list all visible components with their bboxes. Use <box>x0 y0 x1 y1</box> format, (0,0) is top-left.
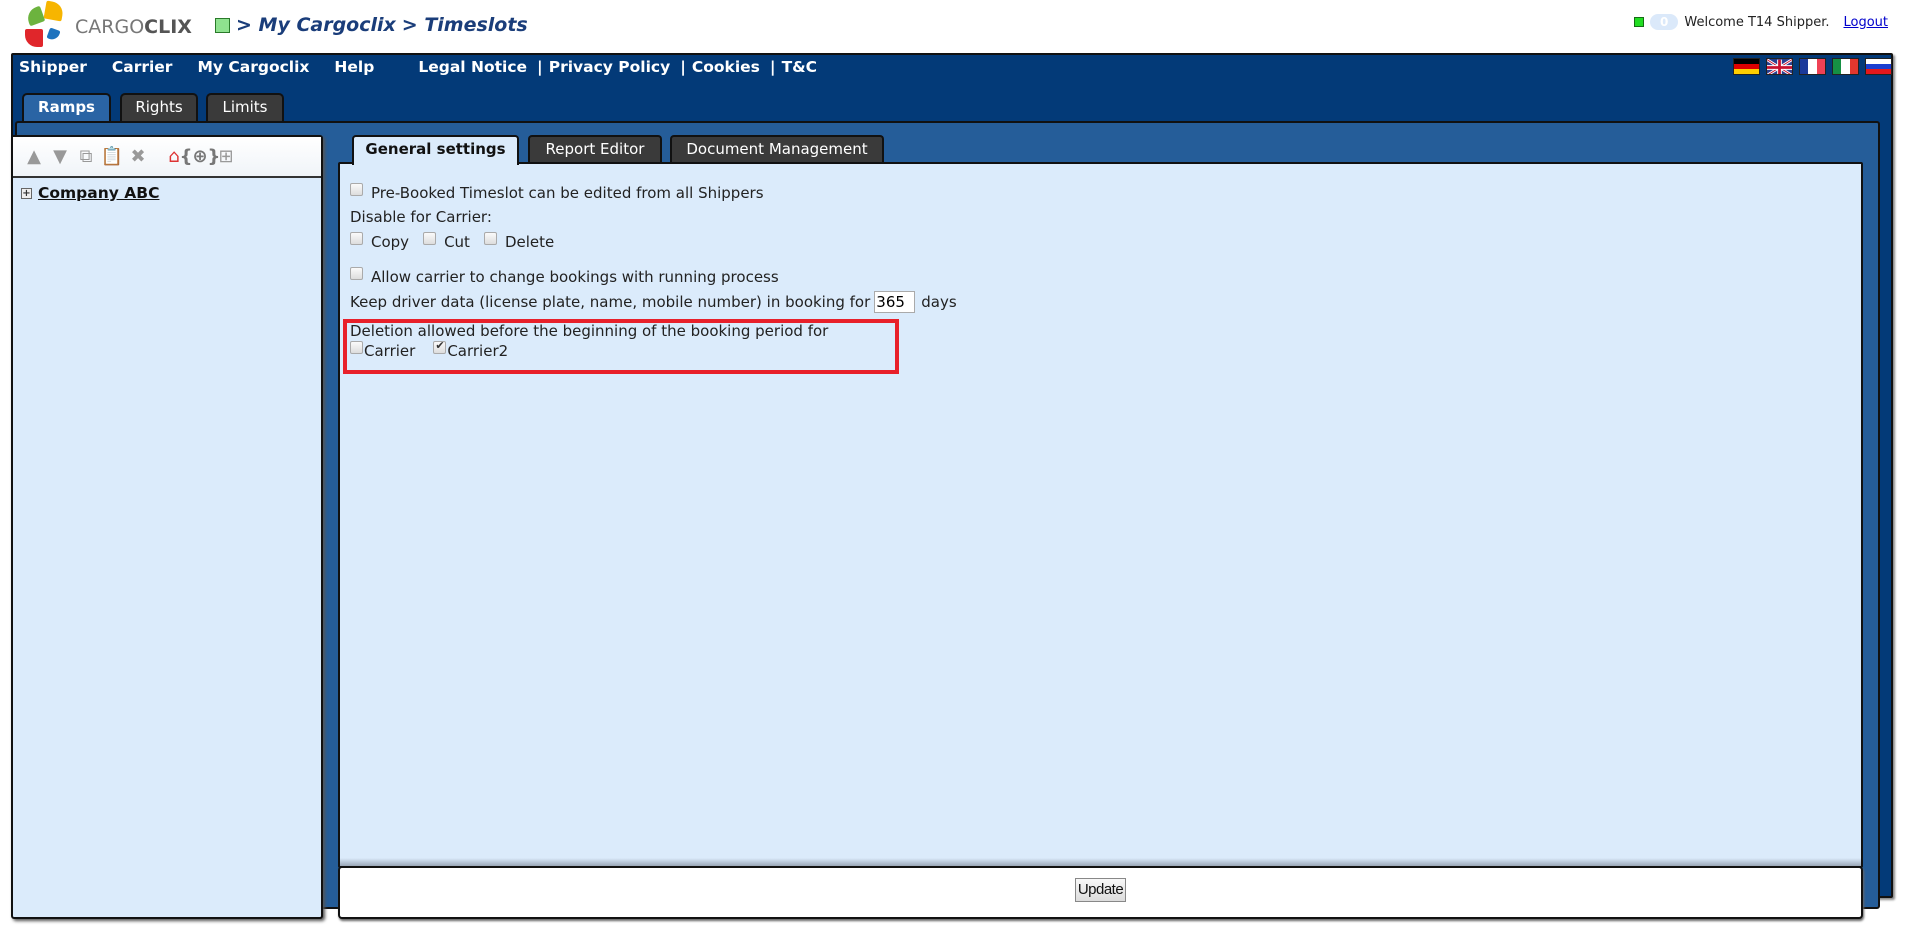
update-button[interactable]: Update <box>1074 877 1127 902</box>
cookies-link[interactable]: Cookies <box>692 58 760 76</box>
main-menu: Shipper Carrier My Cargoclix Help Legal … <box>19 58 817 76</box>
separator: | <box>537 58 543 76</box>
menu-my-cargoclix[interactable]: My Cargoclix <box>197 58 309 76</box>
allow-change-label: Allow carrier to change bookings with ru… <box>371 268 779 286</box>
online-status-icon <box>1634 17 1645 27</box>
tree: + Company ABC <box>21 184 159 202</box>
copy-checkbox[interactable] <box>350 231 363 245</box>
keep-driver-row: Keep driver data (license plate, name, m… <box>350 291 957 313</box>
deletion-label: Deletion allowed before the beginning of… <box>350 322 829 340</box>
prebooked-checkbox[interactable] <box>350 182 363 196</box>
logo-text: CARGOCLIX <box>75 16 192 38</box>
expand-icon[interactable]: + <box>21 187 32 199</box>
breadcrumb: > My Cargoclix > Timeslots <box>215 14 528 36</box>
logo-red-piece <box>25 29 43 47</box>
deletion-row: Deletion allowed before the beginning of… <box>350 322 828 340</box>
disable-options-row: Copy Cut Delete <box>350 231 555 251</box>
tab-limits[interactable]: Limits <box>206 93 284 121</box>
copy-icon[interactable]: ⧉ <box>75 146 97 168</box>
paste-icon[interactable]: 📋 <box>101 146 123 168</box>
deletion-carrier2-checkbox[interactable] <box>433 339 447 354</box>
flag-german-icon[interactable] <box>1733 58 1760 75</box>
privacy-policy-link[interactable]: Privacy Policy <box>549 58 671 76</box>
deletion-carrier2-label: Carrier2 <box>447 342 509 360</box>
delete-label: Delete <box>504 233 555 251</box>
tree-node-company[interactable]: Company ABC <box>38 184 159 202</box>
separator: | <box>769 58 776 76</box>
breadcrumb-my-cargoclix[interactable]: > My Cargoclix <box>236 14 396 36</box>
keep-driver-label: Keep driver data (license plate, name, m… <box>350 293 871 311</box>
delete-checkbox[interactable] <box>483 231 497 245</box>
flag-english-icon[interactable] <box>1766 58 1793 75</box>
prebooked-label: Pre-Booked Timeslot can be edited from a… <box>371 184 764 202</box>
language-selector <box>1733 58 1892 75</box>
cut-checkbox[interactable] <box>423 231 437 245</box>
tab-ramps[interactable]: Ramps <box>22 93 111 123</box>
terms-link[interactable]: T&C <box>782 58 817 76</box>
cut-label: Cut <box>444 233 470 251</box>
delete-icon[interactable]: ✖ <box>127 146 149 168</box>
tree-toolbar: ▲ ▼ ⧉ 📋 ✖ ⌂ {⊕} ⊞ <box>13 137 321 178</box>
menu-help[interactable]: Help <box>334 58 374 76</box>
separator: | <box>680 58 686 76</box>
deletion-carrier-label: Carrier <box>364 342 416 360</box>
menu-shipper[interactable]: Shipper <box>19 58 87 76</box>
deletion-options-row: Carrier Carrier2 <box>350 339 509 360</box>
user-bar: 0 Welcome T14 Shipper. Logout <box>1634 14 1888 30</box>
welcome-text: Welcome T14 Shipper. <box>1684 14 1830 30</box>
allow-change-row: Allow carrier to change bookings with ru… <box>350 266 779 286</box>
breadcrumb-timeslots: > Timeslots <box>401 14 528 36</box>
flag-french-icon[interactable] <box>1799 58 1826 75</box>
flag-russian-icon[interactable] <box>1865 58 1892 75</box>
menu-carrier[interactable]: Carrier <box>112 58 173 76</box>
tab-rights[interactable]: Rights <box>120 93 198 121</box>
move-up-icon[interactable]: ▲ <box>23 146 45 168</box>
legal-notice-link[interactable]: Legal Notice <box>418 58 527 76</box>
add-ramp-group-icon[interactable]: {⊕} <box>180 146 221 168</box>
message-count-badge[interactable]: 0 <box>1650 14 1679 30</box>
copy-label: Copy <box>371 233 410 251</box>
logo-yellow-piece <box>43 0 65 22</box>
tab-document-management[interactable]: Document Management <box>670 135 884 163</box>
status-square-icon <box>215 17 230 33</box>
add-ramp-icon[interactable]: ⊞ <box>215 146 237 168</box>
logout-link[interactable]: Logout <box>1843 15 1888 30</box>
move-down-icon[interactable]: ▼ <box>49 146 71 168</box>
general-settings-panel: Pre-Booked Timeslot can be edited from a… <box>338 162 1863 868</box>
legal-links: Legal Notice | Privacy Policy | Cookies … <box>418 58 817 76</box>
logo-green-piece <box>24 5 46 27</box>
disable-for-carrier-row: Disable for Carrier: <box>350 208 492 226</box>
cargoclix-logo[interactable]: CARGOCLIX <box>24 0 192 50</box>
keep-driver-days-input[interactable] <box>874 291 916 313</box>
deletion-carrier-checkbox[interactable] <box>350 340 363 354</box>
tab-report-editor[interactable]: Report Editor <box>528 135 662 163</box>
allow-change-checkbox[interactable] <box>350 266 363 280</box>
action-footer: Update <box>338 866 1863 919</box>
flag-italian-icon[interactable] <box>1832 58 1859 75</box>
disable-for-carrier-label: Disable for Carrier: <box>350 208 492 226</box>
logo-blue-piece <box>46 27 61 42</box>
ramp-tree-sidebar: ▲ ▼ ⧉ 📋 ✖ ⌂ {⊕} ⊞ + Company ABC <box>11 135 323 919</box>
prebooked-row: Pre-Booked Timeslot can be edited from a… <box>350 182 764 202</box>
days-label: days <box>921 293 957 311</box>
tab-general-settings[interactable]: General settings <box>352 135 519 165</box>
